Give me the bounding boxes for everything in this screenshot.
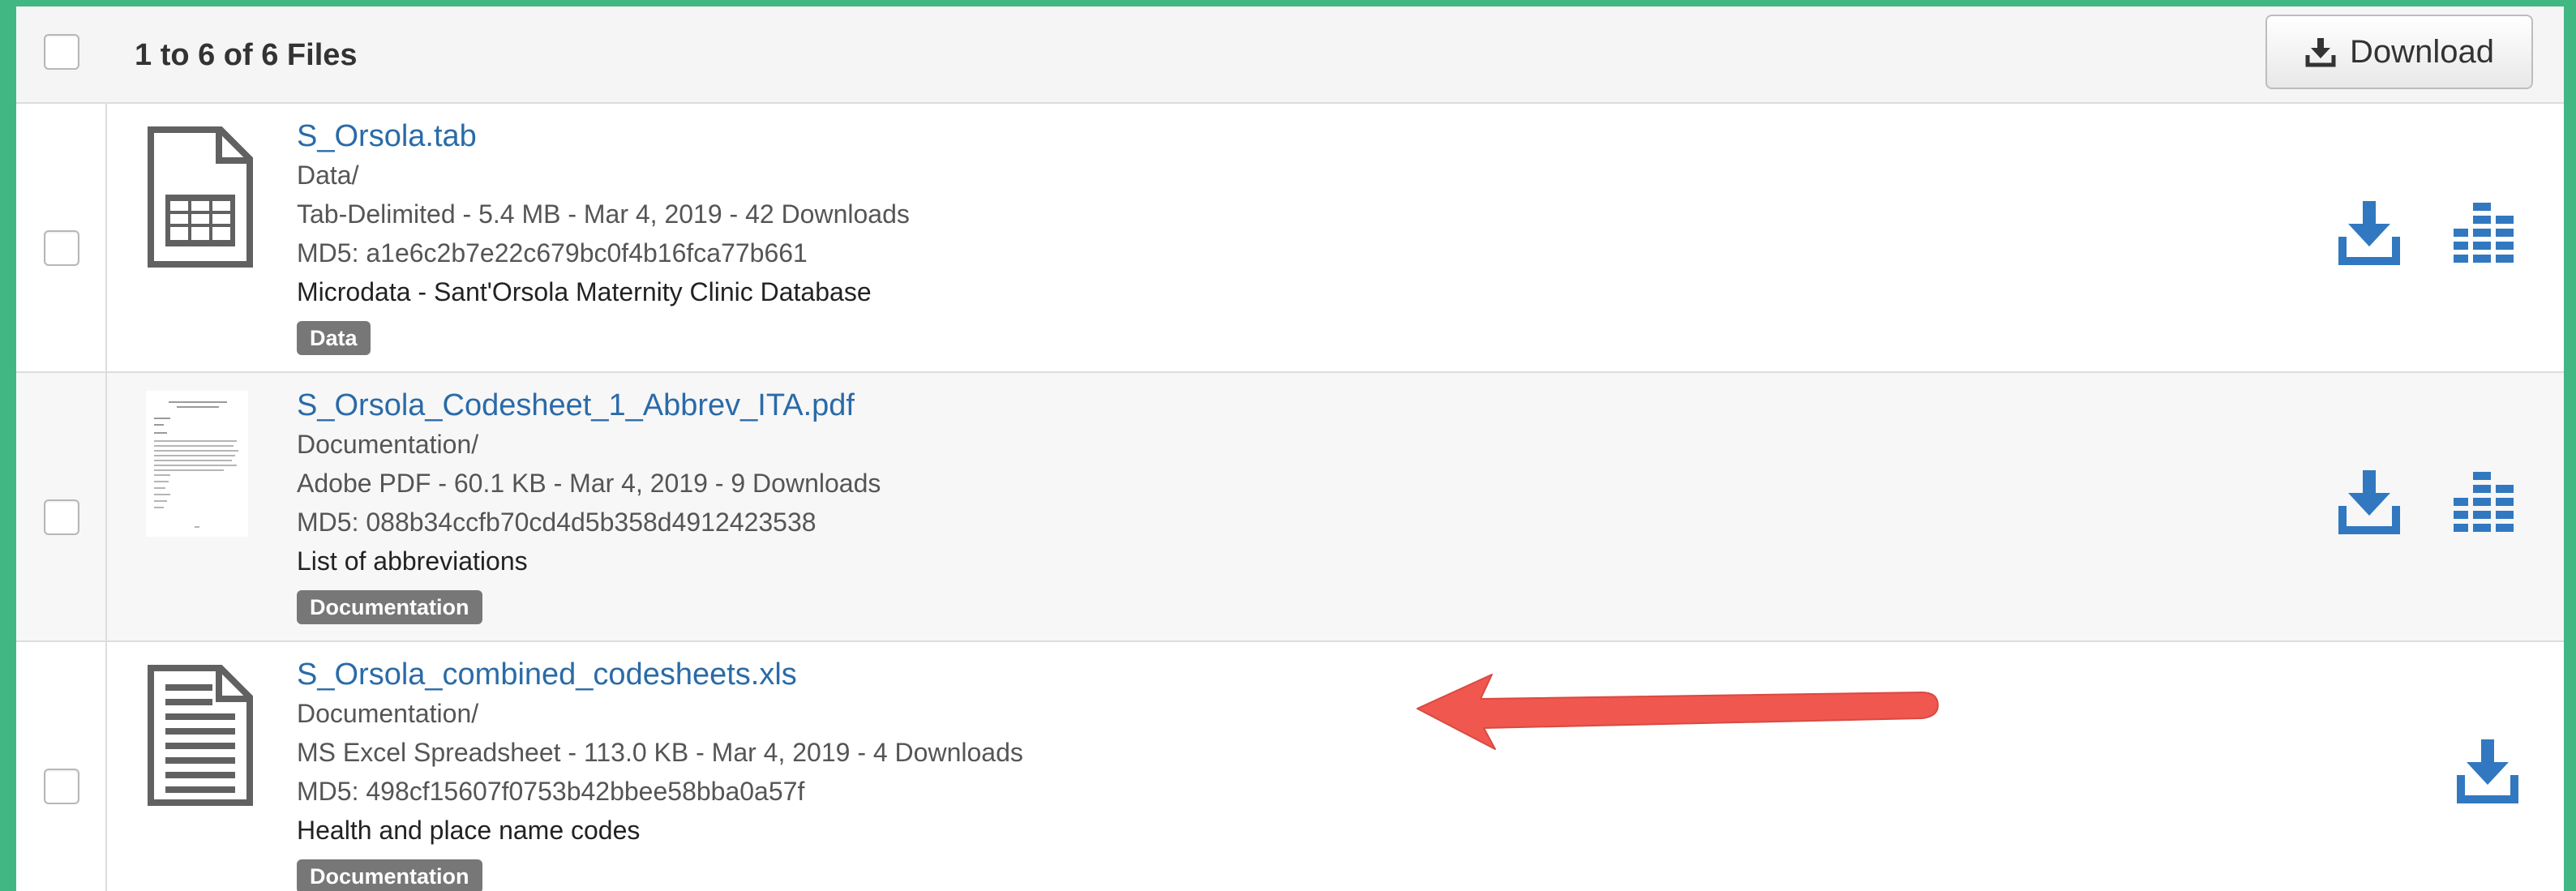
file-row-2: S_Orsola_Codesheet_1_Abbrev_ITA.pdf Docu… — [16, 373, 2564, 642]
file-folder: Documentation/ — [297, 699, 479, 728]
file-info: S_Orsola_combined_codesheets.xls Documen… — [297, 655, 1023, 891]
download-icon — [2305, 38, 2336, 67]
file-name-link[interactable]: S_Orsola.tab — [297, 117, 910, 156]
pdf-thumbnail — [146, 391, 248, 537]
file-info: S_Orsola_Codesheet_1_Abbrev_ITA.pdf Docu… — [297, 386, 881, 624]
file-folder: Documentation/ — [297, 430, 479, 459]
row-select-column — [16, 642, 107, 891]
file-info: S_Orsola.tab Data/ Tab-Delimited - 5.4 M… — [297, 117, 910, 355]
tabular-file-icon — [148, 126, 253, 268]
file-tag: Documentation — [297, 859, 482, 891]
file-name-link[interactable]: S_Orsola_combined_codesheets.xls — [297, 655, 1023, 694]
file-description: Microdata - Sant'Orsola Maternity Clinic… — [297, 277, 872, 306]
explore-icon[interactable] — [2454, 472, 2514, 533]
file-row-3: S_Orsola_combined_codesheets.xls Documen… — [16, 642, 2564, 891]
download-all-label: Download — [2350, 33, 2494, 70]
file-details: Tab-Delimited - 5.4 MB - Mar 4, 2019 - 4… — [297, 199, 910, 229]
files-count-title: 1 to 6 of 6 Files — [135, 38, 358, 72]
download-all-button[interactable]: Download — [2265, 15, 2533, 89]
row-checkbox[interactable] — [44, 499, 79, 535]
file-md5: MD5: a1e6c2b7e22c679bc0f4b16fca77b661 — [297, 238, 808, 268]
file-details: Adobe PDF - 60.1 KB - Mar 4, 2019 - 9 Do… — [297, 469, 881, 498]
annotation-arrow — [1417, 674, 1939, 750]
explore-icon[interactable] — [2454, 203, 2514, 264]
file-description: List of abbreviations — [297, 546, 528, 576]
row-checkbox[interactable] — [44, 230, 79, 266]
download-icon[interactable] — [2338, 469, 2400, 535]
file-name-link[interactable]: S_Orsola_Codesheet_1_Abbrev_ITA.pdf — [297, 386, 881, 425]
document-file-icon — [148, 665, 253, 806]
files-table-header: 1 to 6 of 6 Files Download — [16, 6, 2564, 104]
download-icon[interactable] — [2338, 199, 2400, 266]
file-tag: Documentation — [297, 590, 482, 624]
download-icon[interactable] — [2457, 738, 2518, 804]
select-all-checkbox[interactable] — [44, 34, 79, 70]
file-row-1: S_Orsola.tab Data/ Tab-Delimited - 5.4 M… — [16, 104, 2564, 373]
row-checkbox[interactable] — [44, 769, 79, 804]
file-tag: Data — [297, 321, 371, 355]
file-md5: MD5: 498cf15607f0753b42bbee58bba0a57f — [297, 777, 805, 806]
files-panel: 1 to 6 of 6 Files Download S_Orsola.tab … — [16, 6, 2564, 891]
file-description: Health and place name codes — [297, 816, 641, 845]
file-md5: MD5: 088b34ccfb70cd4d5b358d4912423538 — [297, 508, 817, 537]
file-folder: Data/ — [297, 161, 359, 190]
file-details: MS Excel Spreadsheet - 113.0 KB - Mar 4,… — [297, 738, 1023, 767]
